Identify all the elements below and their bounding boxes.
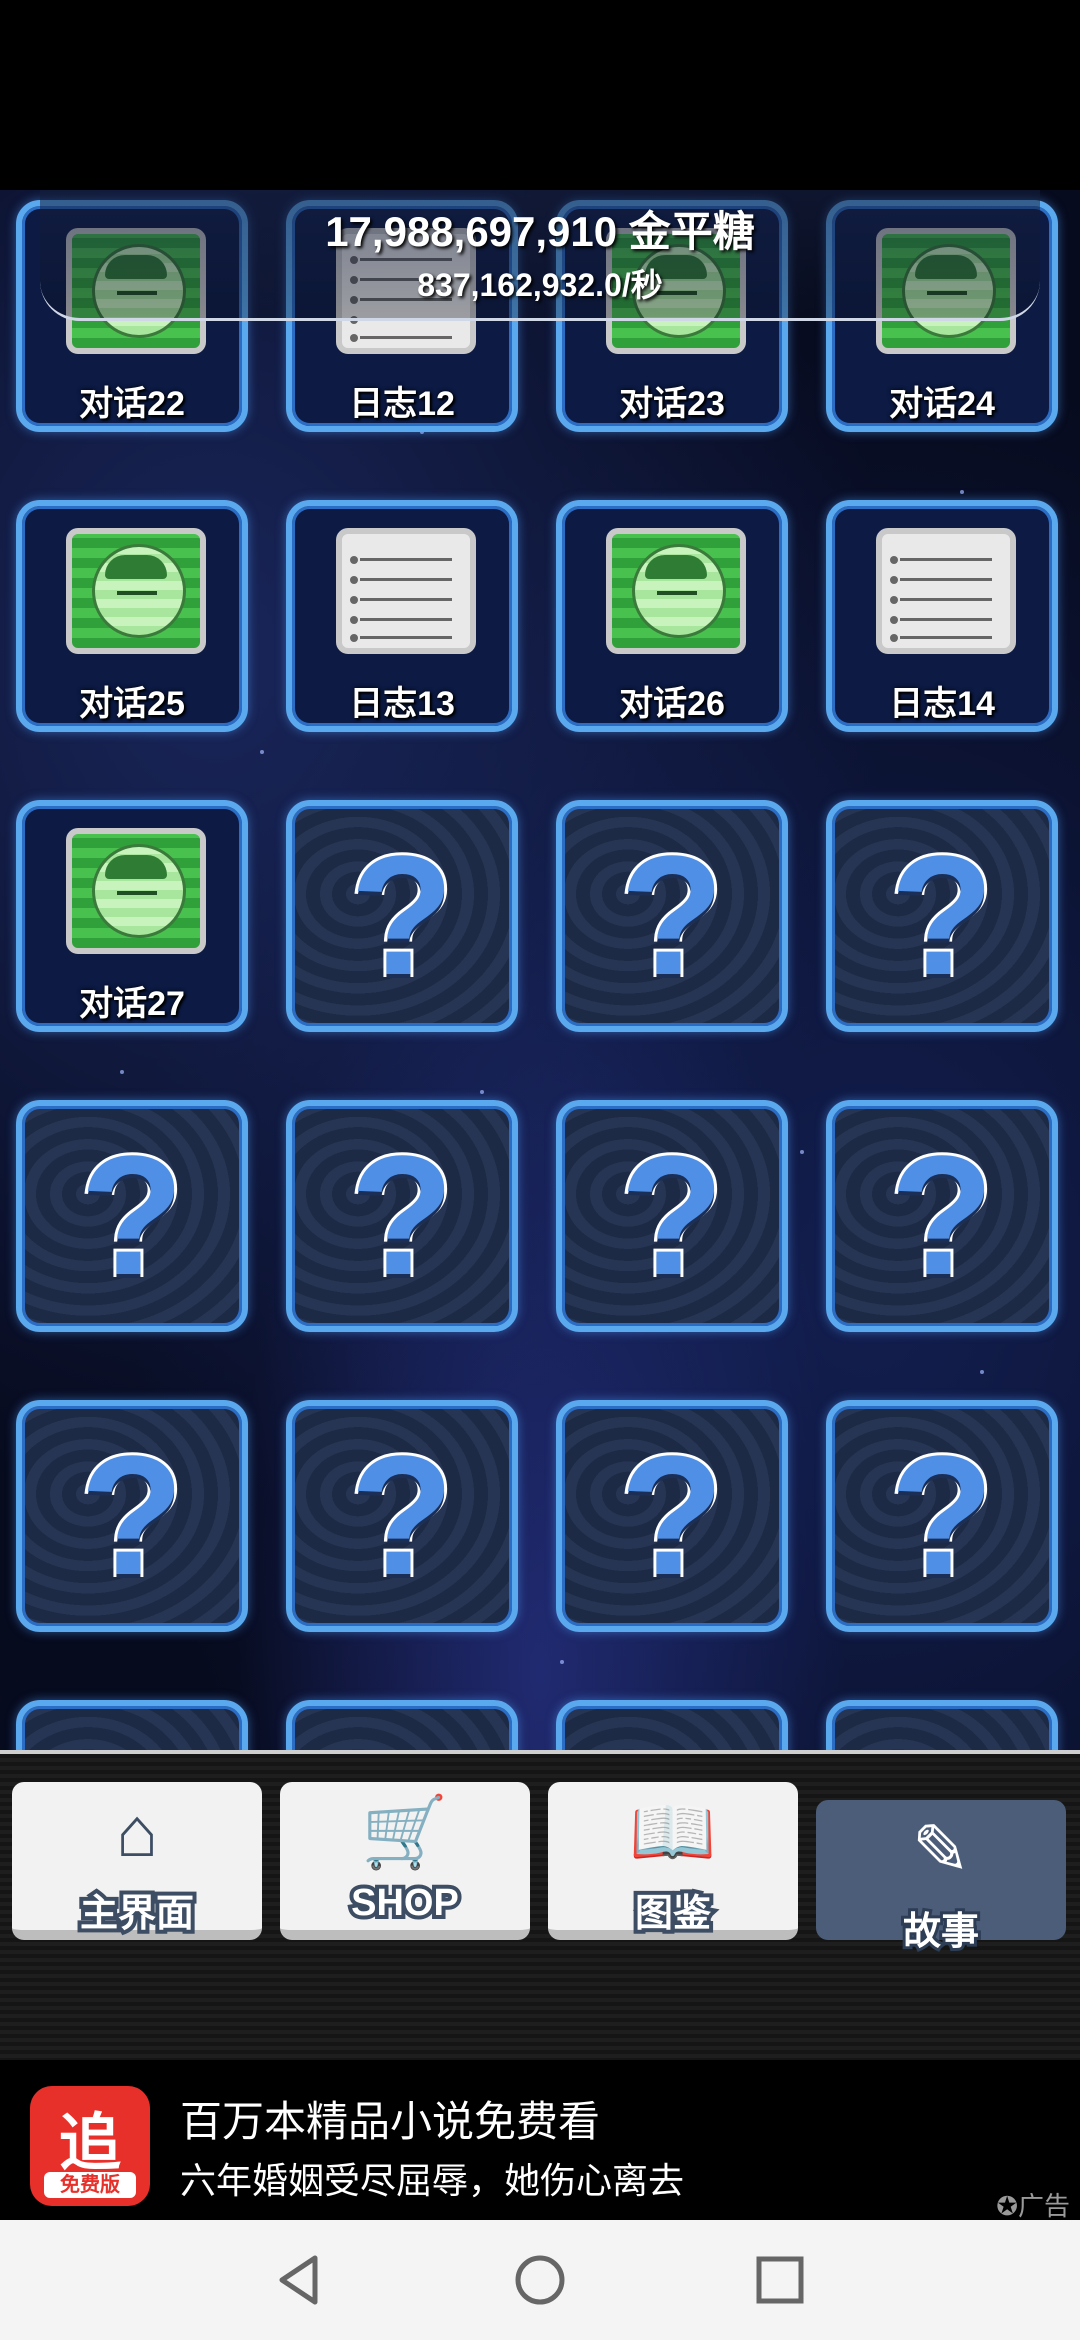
ad-app-badge: 免费版 <box>44 2172 136 2198</box>
home-circle-icon[interactable] <box>510 2250 570 2310</box>
locked-story-tile[interactable]: ? <box>826 800 1058 1032</box>
currency-rate: 837,162,932.0/秒 <box>417 267 663 303</box>
book-icon: 📖 <box>629 1793 717 1871</box>
nav-home-label: 主界面 <box>76 1889 198 1939</box>
tile-label: 日志12 <box>349 385 455 423</box>
tile-label: 对话23 <box>619 385 725 423</box>
log-tile[interactable]: 日志14 <box>826 500 1058 732</box>
question-mark-icon: ? <box>887 1118 997 1314</box>
question-mark-icon: ? <box>77 1418 187 1614</box>
cart-icon: 🛒 <box>361 1793 449 1871</box>
question-mark-icon: ? <box>617 818 727 1014</box>
question-mark-icon: ? <box>887 1418 997 1614</box>
locked-story-tile[interactable]: ? <box>16 1100 248 1332</box>
question-mark-icon: ? <box>617 1418 727 1614</box>
nav-home-button[interactable]: ⌂ 主界面 <box>12 1782 262 1940</box>
locked-story-tile[interactable] <box>16 1700 248 1750</box>
dialogue-tile[interactable]: 对话27 <box>16 800 248 1032</box>
notebook-icon <box>876 528 1016 654</box>
locked-story-tile[interactable]: ? <box>286 1400 518 1632</box>
locked-story-tile[interactable] <box>286 1700 518 1750</box>
locked-story-tile[interactable]: ? <box>286 800 518 1032</box>
locked-story-tile[interactable]: ? <box>826 1100 1058 1332</box>
tile-label: 对话26 <box>619 685 725 723</box>
star-decoration <box>560 1660 564 1664</box>
ad-app-glyph: 追 <box>58 2109 121 2178</box>
locked-story-tile[interactable]: ? <box>16 1400 248 1632</box>
log-tile[interactable]: 日志13 <box>286 500 518 732</box>
tile-label: 对话27 <box>79 985 185 1023</box>
recents-square-icon[interactable] <box>750 2250 810 2310</box>
currency-total: 17,988,697,910 金平糖 <box>325 208 755 255</box>
bottom-nav: ⌂ 主界面 🛒 SHOP 📖 图鉴 ✎ 故事 <box>0 1750 1080 2094</box>
question-mark-icon: ? <box>887 818 997 1014</box>
nav-collection-button[interactable]: 📖 图鉴 <box>548 1782 798 1940</box>
tile-label: 日志14 <box>889 685 995 723</box>
ad-banner[interactable]: 追 免费版 百万本精品小说免费看 六年婚姻受尽屈辱，她伤心离去 ✪广告 <box>0 2060 1080 2221</box>
tile-label: 对话22 <box>79 385 185 423</box>
nav-story-button[interactable]: ✎ 故事 <box>816 1800 1066 1956</box>
locked-story-tile[interactable] <box>826 1700 1058 1750</box>
question-mark-icon: ? <box>347 1118 457 1314</box>
back-icon[interactable] <box>270 2250 330 2310</box>
character-face-icon <box>66 828 206 954</box>
story-grid-area[interactable]: 对话22 日志12 对话23 对话24 对话25 日志13 对话26 日志14 对话27????… <box>0 190 1080 1750</box>
star-decoration <box>980 1370 984 1374</box>
locked-story-tile[interactable] <box>556 1700 788 1750</box>
tile-label: 对话25 <box>79 685 185 723</box>
locked-story-tile[interactable]: ? <box>556 1100 788 1332</box>
nav-shop-label: SHOP <box>347 1878 463 1928</box>
character-face-icon <box>66 528 206 654</box>
question-mark-icon: ? <box>77 1118 187 1314</box>
dialogue-tile[interactable]: 对话25 <box>16 500 248 732</box>
question-mark-icon: ? <box>347 818 457 1014</box>
tile-label: 对话24 <box>889 385 995 423</box>
ad-subtitle[interactable]: 六年婚姻受尽屈辱，她伤心离去 <box>180 2152 684 2204</box>
locked-story-tile[interactable]: ? <box>556 1400 788 1632</box>
star-decoration <box>960 490 964 494</box>
book-quill-icon: ✎ <box>911 1811 971 1889</box>
nav-story-label: 故事 <box>900 1908 982 1956</box>
star-decoration <box>260 750 264 754</box>
question-mark-icon: ? <box>347 1418 457 1614</box>
locked-story-tile[interactable]: ? <box>826 1400 1058 1632</box>
notebook-icon <box>336 528 476 654</box>
ad-tag: ✪广告 <box>996 2191 1070 2221</box>
question-mark-icon: ? <box>617 1118 727 1314</box>
star-decoration <box>120 1070 124 1074</box>
nav-shop-button[interactable]: 🛒 SHOP <box>280 1782 530 1940</box>
system-nav-bar <box>0 2220 1080 2340</box>
ad-title[interactable]: 百万本精品小说免费看 <box>180 2088 600 2149</box>
tile-label: 日志13 <box>349 685 455 723</box>
dialogue-tile[interactable]: 对话26 <box>556 500 788 732</box>
locked-story-tile[interactable]: ? <box>556 800 788 1032</box>
house-icon: ⌂ <box>115 1793 159 1871</box>
star-decoration <box>800 1150 804 1154</box>
currency-counter: 17,988,697,910 金平糖 837,162,932.0/秒 <box>40 190 1040 321</box>
star-decoration <box>480 1090 484 1094</box>
locked-story-tile[interactable]: ? <box>286 1100 518 1332</box>
ad-app-icon[interactable]: 追 免费版 <box>30 2086 150 2206</box>
nav-collection-label: 图鉴 <box>631 1889 715 1939</box>
character-face-icon <box>606 528 746 654</box>
